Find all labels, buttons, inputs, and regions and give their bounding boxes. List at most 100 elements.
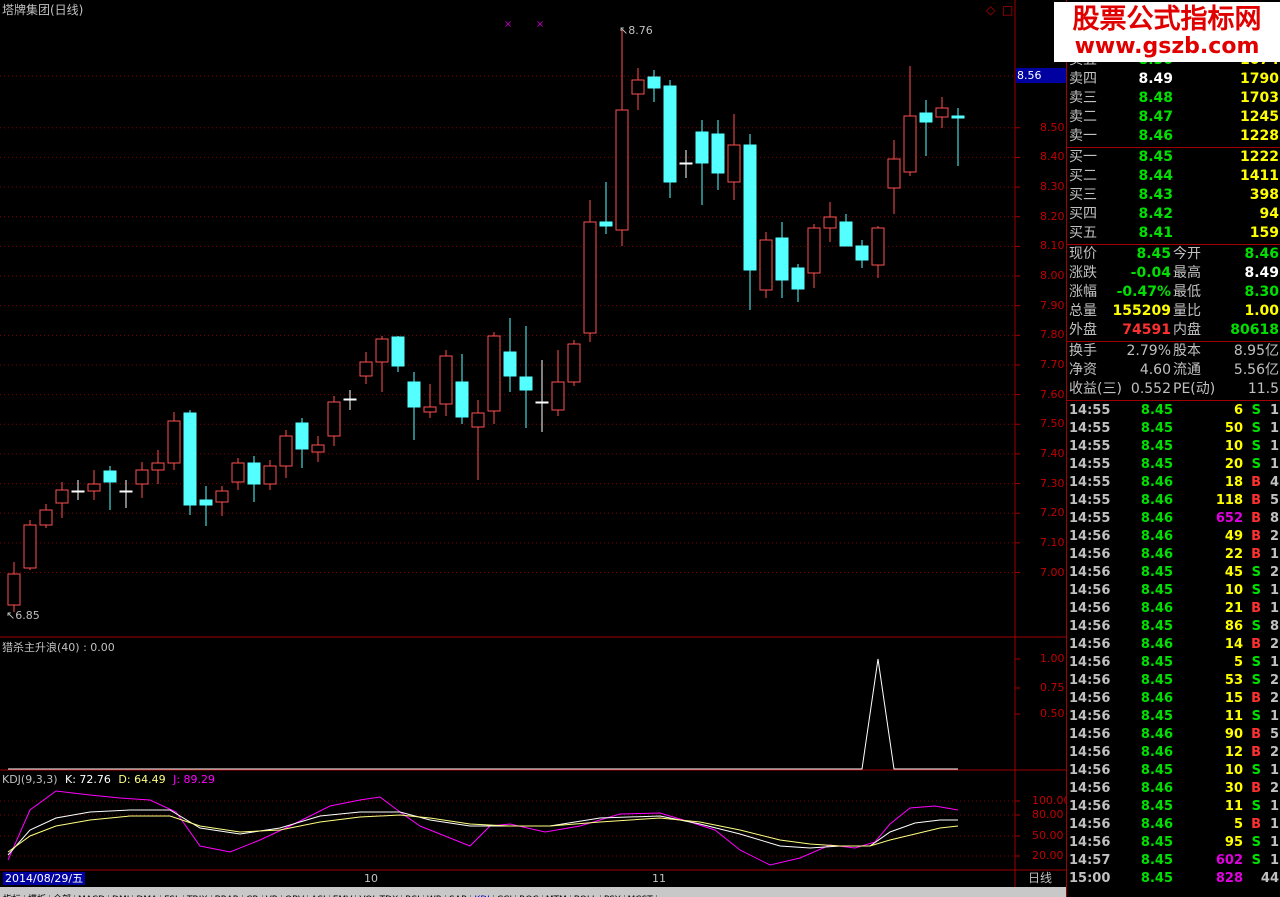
tick-row[interactable]: 14:56 8.46 21 B 1 [1067,600,1280,618]
tick-row[interactable]: 14:55 8.45 6 S 1 [1067,402,1280,420]
tick-side: S [1251,421,1261,436]
candle-body [567,343,581,383]
tick-row[interactable]: 14:55 8.46 18 B 4 [1067,474,1280,492]
candle-body [887,158,901,189]
tick-price: 8.46 [1140,637,1173,652]
stat-value: -0.47% [1116,284,1171,300]
candle-body [167,420,181,464]
stat-row: 换手 2.79% 股本 8.95亿 [1067,342,1280,361]
tick-row[interactable]: 14:56 8.45 5 S 1 [1067,654,1280,672]
tick-volume: 10 [1224,439,1243,454]
stat-label: 净资 [1069,362,1097,378]
tick-volume: 6 [1233,403,1243,418]
stat-label: PE(动) [1173,381,1216,397]
stat-label: 最高 [1173,265,1201,281]
tick-price: 8.45 [1140,709,1173,724]
tick-row[interactable]: 14:56 8.45 11 S 1 [1067,708,1280,726]
order-price: 8.42 [1138,206,1173,222]
tick-row[interactable]: 14:55 8.46 118 B 5 [1067,492,1280,510]
divider [1067,400,1280,401]
sell-order-row: 卖四 8.49 1790 [1067,70,1280,89]
tick-volume: 652 [1215,511,1243,526]
tick-row[interactable]: 14:56 8.46 30 B 2 [1067,780,1280,798]
stat-label: 外盘 [1069,322,1097,338]
tick-row[interactable]: 14:56 8.46 14 B 2 [1067,636,1280,654]
indicator1-label: 猎杀主升浪(40) : 0.00 [2,641,115,654]
tick-time: 14:55 [1069,511,1111,526]
tick-time: 14:55 [1069,493,1111,508]
indicator1-line [8,658,958,770]
tick-price: 8.45 [1140,439,1173,454]
tick-side: B [1251,493,1261,508]
candle-body [439,355,453,405]
chart-area[interactable]: × × 塔牌集团(日线) ◇ □ ↖8.76 ↖6.85 8.56 8.50 8.4… [0,0,1071,887]
tick-count: 2 [1269,745,1279,760]
tick-row[interactable]: 14:56 8.46 15 B 2 [1067,690,1280,708]
tick-row[interactable]: 14:56 8.45 86 S 8 [1067,618,1280,636]
tick-row[interactable]: 14:56 8.46 22 B 1 [1067,546,1280,564]
tick-row[interactable]: 14:56 8.46 5 B 1 [1067,816,1280,834]
tick-side: B [1251,475,1261,490]
square-icon[interactable]: □ [1002,4,1013,17]
tick-row[interactable]: 14:56 8.45 10 S 1 [1067,582,1280,600]
order-volume: 159 [1249,225,1279,241]
tick-time: 14:56 [1069,763,1111,778]
tick-volume: 20 [1224,457,1243,472]
tick-count: 5 [1269,727,1279,742]
tick-row[interactable]: 14:55 8.45 50 S 1 [1067,420,1280,438]
order-volume: 1790 [1240,71,1279,87]
tick-row[interactable]: 14:56 8.46 12 B 2 [1067,744,1280,762]
order-label: 卖一 [1069,128,1097,144]
stat-label: 现价 [1069,246,1097,262]
tick-side: B [1251,601,1261,616]
tick-row[interactable]: 15:00 8.45 828 44 [1067,870,1280,888]
tick-row[interactable]: 14:57 8.45 602 S 1 [1067,852,1280,870]
tick-side: S [1251,853,1261,868]
price-axis-tick: 7.10 [1040,535,1065,549]
tick-row[interactable]: 14:56 8.46 49 B 2 [1067,528,1280,546]
candle-body [599,221,613,227]
tick-time: 14:56 [1069,619,1111,634]
candle-body [263,465,277,485]
tick-volume: 828 [1215,871,1243,886]
month-label-oct: 10 [364,872,378,885]
stat-row: 外盘 74591 内盘 80618 [1067,321,1280,340]
candle-body [551,381,565,411]
tick-side: B [1251,745,1261,760]
order-label: 买二 [1069,168,1097,184]
order-label: 卖二 [1069,109,1097,125]
tick-row[interactable]: 14:56 8.46 90 B 5 [1067,726,1280,744]
tick-volume: 602 [1215,853,1243,868]
indicator1-axis-tick: 0.75 [1040,681,1065,694]
tick-row[interactable]: 14:55 8.45 20 S 1 [1067,456,1280,474]
watermark-line1: 股票公式指标网 [1072,4,1262,35]
tick-side: B [1251,691,1261,706]
tick-row[interactable]: 14:55 8.45 10 S 1 [1067,438,1280,456]
tick-time: 14:56 [1069,781,1111,796]
tick-volume: 10 [1224,583,1243,598]
tick-volume: 50 [1224,421,1243,436]
tick-row[interactable]: 14:56 8.45 95 S 1 [1067,834,1280,852]
candlestick-chart[interactable]: × × [0,0,1066,887]
tick-row[interactable]: 14:56 8.45 10 S 1 [1067,762,1280,780]
watermark-line2: www.gszb.com [1074,34,1260,59]
stat-value: 74591 [1122,322,1171,338]
tick-row[interactable]: 14:56 8.45 45 S 2 [1067,564,1280,582]
price-axis-tick: 7.00 [1040,565,1065,579]
candle-body [647,76,661,89]
tick-volume: 118 [1215,493,1243,508]
stat-label: 换手 [1069,343,1097,359]
stat-value: 8.49 [1244,265,1279,281]
stat-row: 涨跌 -0.04 最高 8.49 [1067,264,1280,283]
candle-body [295,422,309,450]
tick-row[interactable]: 14:55 8.46 652 B 8 [1067,510,1280,528]
diamond-icon[interactable]: ◇ [986,4,995,17]
tick-count: 1 [1269,457,1279,472]
candle-body [87,483,101,492]
tick-row[interactable]: 14:56 8.45 53 S 2 [1067,672,1280,690]
candle-body [199,499,213,506]
candle-body [839,221,853,247]
signal-marker: × [536,19,544,30]
tick-row[interactable]: 14:56 8.45 11 S 1 [1067,798,1280,816]
candle-body [231,462,245,483]
